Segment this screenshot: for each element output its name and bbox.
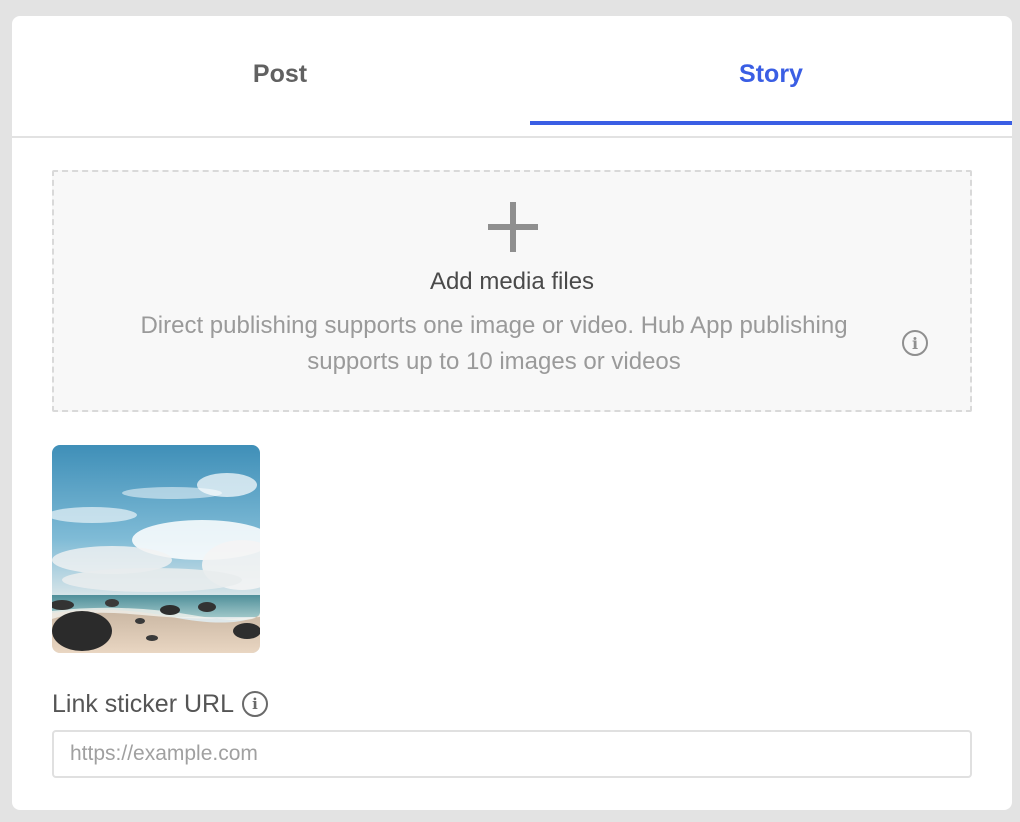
- link-sticker-label: Link sticker URL: [52, 689, 234, 718]
- tab-post[interactable]: Post: [30, 16, 530, 136]
- tab-bar: Post Story: [12, 16, 1012, 138]
- info-icon[interactable]: i: [902, 330, 928, 356]
- beach-thumbnail-icon: [52, 445, 260, 653]
- link-sticker-url-input[interactable]: [52, 730, 972, 778]
- active-tab-indicator: [530, 121, 1012, 125]
- dropzone-title: Add media files: [429, 268, 595, 295]
- composer-card: Post Story Add media files Direct publis…: [12, 16, 1012, 810]
- media-thumbnail[interactable]: [52, 445, 260, 653]
- dropzone-description: Direct publishing supports one image or …: [140, 312, 848, 375]
- info-icon[interactable]: i: [242, 691, 268, 717]
- plus-icon: [488, 202, 538, 252]
- tab-story[interactable]: Story: [530, 16, 1012, 136]
- media-dropzone[interactable]: Add media files Direct publishing suppor…: [52, 170, 972, 412]
- link-sticker-label-row: Link sticker URL i: [52, 686, 268, 722]
